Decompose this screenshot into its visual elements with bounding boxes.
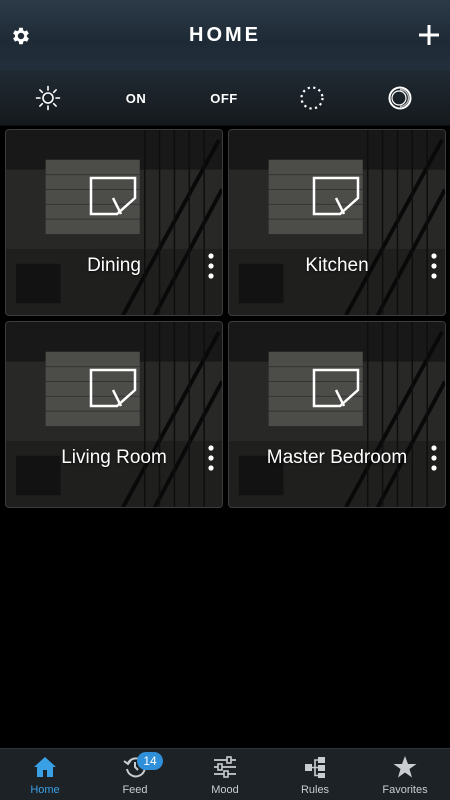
room-name: Master Bedroom bbox=[266, 447, 408, 468]
nav-label: Rules bbox=[300, 784, 330, 796]
all-off-button[interactable]: OFF bbox=[194, 70, 254, 126]
more-vertical-icon[interactable] bbox=[204, 252, 218, 280]
room-tile[interactable]: Living Room bbox=[5, 321, 223, 508]
nav-feed[interactable]: 14 Feed bbox=[90, 749, 180, 800]
tile-overlay bbox=[229, 322, 445, 507]
page-title: HOME bbox=[189, 24, 261, 46]
dim-button[interactable] bbox=[282, 70, 342, 126]
brightness-button[interactable] bbox=[18, 70, 78, 126]
more-vertical-icon[interactable] bbox=[427, 252, 441, 280]
tile-overlay bbox=[229, 130, 445, 315]
star-icon bbox=[393, 756, 417, 778]
plus-icon[interactable] bbox=[418, 24, 440, 46]
feed-badge: 14 bbox=[137, 752, 163, 770]
room-name: Living Room bbox=[61, 447, 167, 468]
nav-favorites[interactable]: Favorites bbox=[360, 749, 450, 800]
room-icon bbox=[312, 176, 360, 216]
all-on-button[interactable]: ON bbox=[106, 70, 166, 126]
room-icon bbox=[312, 368, 360, 408]
sliders-icon bbox=[214, 756, 236, 778]
nav-label: Favorites bbox=[382, 784, 428, 796]
nav-mood[interactable]: Mood bbox=[180, 749, 270, 800]
sun-icon bbox=[35, 85, 61, 111]
dotted-circle-icon bbox=[300, 86, 324, 110]
nav-home[interactable]: Home bbox=[0, 749, 90, 800]
nav-label: Feed bbox=[122, 784, 148, 796]
control-bar: ON OFF bbox=[0, 70, 450, 126]
tile-overlay bbox=[6, 130, 222, 315]
nav-rules[interactable]: Rules bbox=[270, 749, 360, 800]
more-vertical-icon[interactable] bbox=[427, 444, 441, 472]
room-name: Dining bbox=[87, 255, 141, 276]
room-tile[interactable]: Dining bbox=[5, 129, 223, 316]
nav-label: Mood bbox=[211, 784, 239, 796]
room-icon bbox=[89, 176, 137, 216]
room-tile[interactable]: Kitchen bbox=[228, 129, 446, 316]
more-vertical-icon[interactable] bbox=[204, 444, 218, 472]
room-name: Kitchen bbox=[305, 255, 369, 276]
scene-button[interactable] bbox=[370, 70, 430, 126]
tile-overlay bbox=[6, 322, 222, 507]
flow-icon bbox=[305, 757, 325, 778]
room-icon bbox=[89, 368, 137, 408]
room-tile[interactable]: Master Bedroom bbox=[228, 321, 446, 508]
app-header: HOME bbox=[0, 0, 450, 70]
nav-label: Home bbox=[30, 784, 60, 796]
bottom-nav: Home 14 Feed Mood Rules Favorites bbox=[0, 748, 450, 800]
ring-circle-icon bbox=[388, 86, 412, 110]
house-icon bbox=[34, 757, 56, 777]
